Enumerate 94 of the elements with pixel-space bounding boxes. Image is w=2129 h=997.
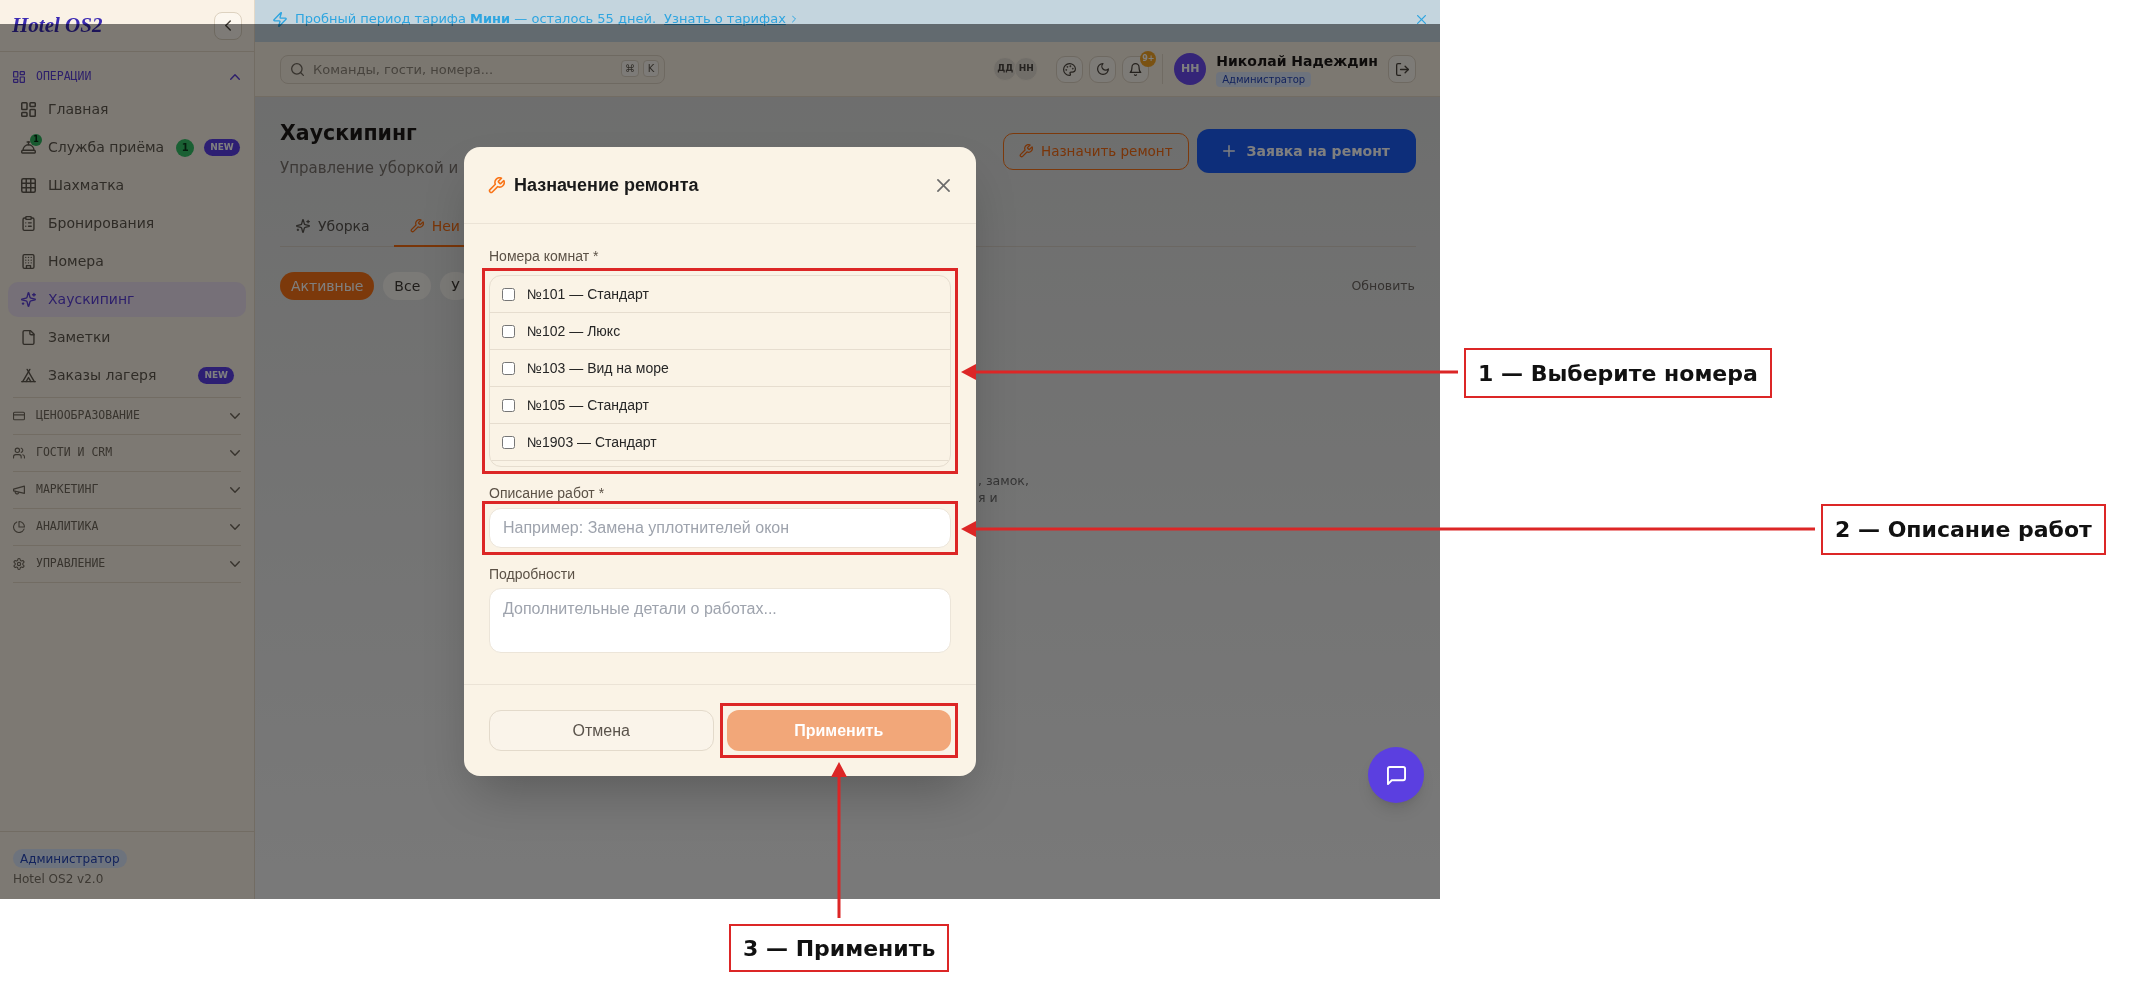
note-icon bbox=[21, 330, 36, 345]
users-icon bbox=[13, 447, 25, 459]
credit-card-icon bbox=[13, 410, 25, 422]
page-title: Хаускипинг bbox=[280, 120, 418, 147]
chevron-down-icon bbox=[230, 561, 240, 567]
lightning-icon bbox=[273, 11, 287, 27]
moon-icon bbox=[1096, 63, 1109, 75]
sparkles-icon bbox=[296, 219, 310, 233]
banner-message: Пробный период тарифа Мини — осталось 55 дней. bbox=[295, 10, 657, 29]
checkbox[interactable] bbox=[502, 398, 515, 412]
chevron-down-icon bbox=[230, 413, 240, 419]
room-option[interactable]: №105 — Стандарт bbox=[490, 387, 950, 424]
section-header[interactable]: ЦЕНООБРАЗОВАНИЕ bbox=[13, 398, 241, 434]
sidebar-item[interactable]: Бронирования bbox=[8, 206, 246, 241]
sidebar-item[interactable]: Заказы лагеря NEW bbox=[8, 358, 246, 393]
callout-label: 3 — Применить bbox=[729, 924, 950, 972]
section-header[interactable]: ОПЕРАЦИИ bbox=[13, 61, 241, 92]
room-option[interactable]: №1903 — Стандарт bbox=[490, 424, 950, 461]
settings-icon bbox=[13, 558, 25, 570]
palette-icon bbox=[1063, 62, 1077, 76]
chevron-down-icon bbox=[230, 524, 240, 530]
field-label: Номера комнат * bbox=[489, 247, 600, 266]
section-header[interactable]: УПРАВЛЕНИЕ bbox=[13, 546, 241, 582]
chevron-down-icon bbox=[230, 487, 240, 493]
callout-label: 2 — Описание работ bbox=[1821, 504, 2106, 555]
service-bell-icon bbox=[21, 140, 36, 155]
dark-mode-button[interactable] bbox=[1089, 55, 1117, 83]
logout-icon bbox=[1395, 62, 1409, 76]
tab[interactable]: Уборка bbox=[280, 207, 386, 247]
input-field[interactable]: Например: Замена уплотнителей окон bbox=[489, 508, 951, 548]
notification-count: 9+ bbox=[1140, 50, 1157, 67]
checkbox[interactable] bbox=[502, 287, 515, 301]
page-subtitle: Управление уборкой и bbox=[280, 158, 459, 179]
chevron-up-icon bbox=[230, 73, 240, 80]
callout-label: 1 — Выберите номера bbox=[1464, 348, 1772, 398]
new-badge: NEW bbox=[198, 367, 234, 384]
role-badge: Администратор bbox=[13, 849, 127, 868]
tent-icon bbox=[21, 368, 36, 383]
textarea-field[interactable]: Дополнительные детали о работах... bbox=[489, 588, 951, 653]
sidebar-item[interactable]: Хаускипинг bbox=[8, 282, 246, 317]
filter-chip[interactable]: Все bbox=[383, 272, 432, 300]
theme-button[interactable] bbox=[1056, 55, 1084, 83]
checkbox[interactable] bbox=[502, 324, 515, 338]
wrench-icon bbox=[409, 219, 424, 233]
icon-badge: 1 bbox=[30, 134, 42, 146]
close-icon[interactable] bbox=[937, 178, 950, 192]
count-badge: 1 bbox=[176, 138, 195, 157]
chevron-left-icon bbox=[225, 20, 231, 31]
wrench-icon bbox=[488, 176, 505, 194]
section-header[interactable]: МАРКЕТИНГ bbox=[13, 472, 241, 508]
wrench-icon bbox=[1019, 144, 1033, 158]
version-label: Hotel OS2 v2.0 bbox=[13, 872, 104, 887]
sidebar-item[interactable]: Шахматка bbox=[8, 168, 246, 203]
role-badge: Администратор bbox=[1216, 71, 1312, 87]
cancel-button[interactable]: Отмена bbox=[489, 710, 714, 751]
presence-avatar: НН bbox=[1014, 57, 1039, 81]
clipboard-icon bbox=[21, 216, 36, 231]
sidebar-item[interactable]: Заметки bbox=[8, 320, 246, 355]
user-avatar[interactable]: НН bbox=[1174, 53, 1207, 85]
assign-repair-button[interactable]: Назначить ремонт bbox=[1003, 132, 1189, 170]
checkbox[interactable] bbox=[502, 435, 515, 449]
dialog-title: Назначение ремонта bbox=[514, 173, 699, 197]
room-option[interactable]: №102 — Люкс bbox=[490, 313, 950, 350]
room-option[interactable]: №103 — Вид на море bbox=[490, 350, 950, 387]
grid-icon bbox=[21, 178, 36, 193]
new-request-button[interactable]: Заявка на ремонт bbox=[1196, 129, 1416, 173]
collapse-sidebar-button[interactable] bbox=[214, 11, 242, 40]
sidebar-item[interactable]: Главная bbox=[8, 92, 246, 127]
building-icon bbox=[21, 254, 36, 269]
field-label: Описание работ * bbox=[489, 484, 606, 503]
sidebar-item[interactable]: Номера bbox=[8, 244, 246, 279]
empty-state-text: , замок, я и bbox=[978, 472, 1030, 506]
pie-chart-icon bbox=[13, 521, 25, 533]
filter-chip[interactable]: Активные bbox=[280, 272, 375, 300]
sidebar-item[interactable]: 1 Служба приёма 1 NEW bbox=[8, 130, 246, 165]
dashboard-icon bbox=[21, 102, 36, 117]
megaphone-icon bbox=[13, 484, 25, 496]
section-header[interactable]: АНАЛИТИКА bbox=[13, 509, 241, 545]
refresh-button[interactable]: Обновить bbox=[1351, 276, 1415, 296]
plus-icon bbox=[1222, 145, 1235, 157]
chat-icon bbox=[1386, 765, 1406, 785]
checkbox[interactable] bbox=[502, 361, 515, 375]
dashboard-icon bbox=[13, 70, 25, 83]
sparkles-icon bbox=[21, 292, 36, 307]
chevron-down-icon bbox=[230, 450, 240, 456]
room-option[interactable]: №101 — Стандарт bbox=[490, 276, 950, 313]
pricing-link[interactable]: Узнать о тарифах bbox=[664, 9, 786, 29]
user-name: Николай Надеждин bbox=[1216, 51, 1378, 70]
new-badge: NEW bbox=[204, 139, 240, 156]
section-header[interactable]: ГОСТИ И CRM bbox=[13, 435, 241, 471]
logout-button[interactable] bbox=[1388, 55, 1416, 83]
search-icon bbox=[291, 62, 304, 76]
bell-icon bbox=[1129, 62, 1143, 76]
field-label: Подробности bbox=[489, 565, 577, 584]
